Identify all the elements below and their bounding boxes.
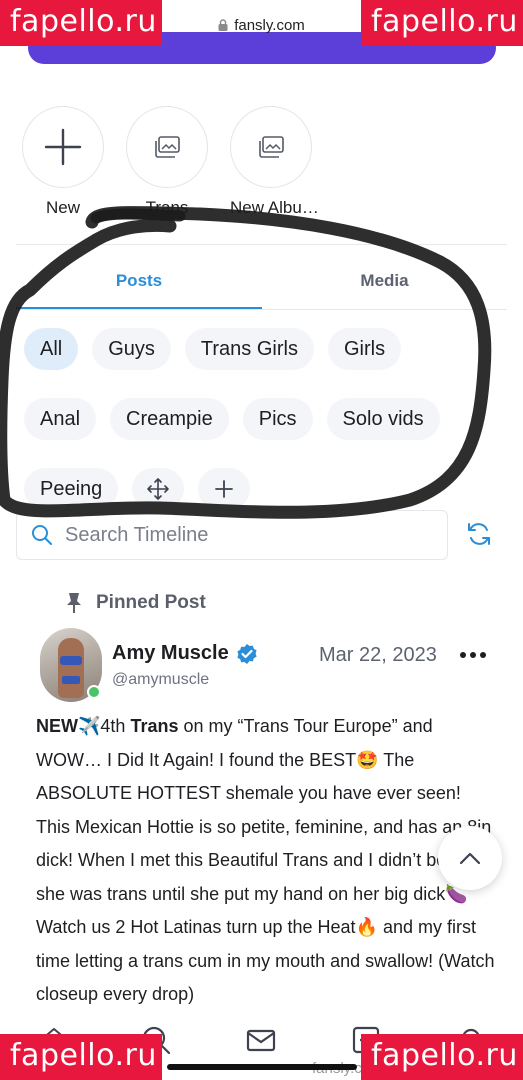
filter-chips: All Guys Trans Girls Girls Anal Creampie… xyxy=(24,328,494,510)
star-eyes-emoji: 🤩 xyxy=(356,749,379,770)
pin-icon xyxy=(67,593,81,613)
messages-icon[interactable] xyxy=(245,1024,277,1056)
chip-creampie[interactable]: Creampie xyxy=(110,398,229,440)
tabs-underline xyxy=(16,309,507,310)
online-status-dot xyxy=(87,685,101,699)
url-label: fansly.com xyxy=(234,17,305,34)
post-text-part: The ABSOLUTE HOTTEST shemale you have ev… xyxy=(36,749,492,904)
watermark-bottom-left: fapello.ru xyxy=(0,1034,162,1080)
search-timeline-input[interactable]: Search Timeline xyxy=(16,510,448,560)
content-tabs: Posts Media xyxy=(16,256,507,310)
watermark-top-right: fapello.ru xyxy=(361,0,523,46)
watermark-top-left: fapello.ru xyxy=(0,0,162,46)
post-date: Mar 22, 2023 xyxy=(319,644,437,666)
search-icon xyxy=(32,525,52,545)
chip-pics[interactable]: Pics xyxy=(242,398,313,440)
search-placeholder: Search Timeline xyxy=(65,523,209,546)
album-new[interactable]: New xyxy=(22,106,104,218)
album-new-album-circle[interactable] xyxy=(230,106,312,188)
chip-all[interactable]: All xyxy=(24,328,79,370)
verified-badge-icon xyxy=(237,643,257,664)
avatar[interactable] xyxy=(40,628,102,702)
post-text-part: 4th xyxy=(100,716,131,736)
chevron-up-icon xyxy=(459,852,481,865)
add-filter-button[interactable] xyxy=(198,468,251,510)
album-trans-circle[interactable] xyxy=(126,106,208,188)
gallery-icon xyxy=(259,136,284,158)
chip-peeing[interactable]: Peeing xyxy=(24,468,119,510)
author-name[interactable]: Amy Muscle xyxy=(112,642,229,665)
chip-anal[interactable]: Anal xyxy=(24,398,97,440)
plus-icon xyxy=(44,128,82,166)
post-text-part: Watch us 2 Hot Latinas turn up the Heat xyxy=(36,917,356,937)
scroll-to-top-button[interactable] xyxy=(438,826,502,890)
album-label: New xyxy=(45,198,80,217)
tab-posts[interactable]: Posts xyxy=(16,256,262,310)
pinned-text: Pinned Post xyxy=(96,592,206,613)
lock-icon xyxy=(218,19,228,31)
tab-media[interactable]: Media xyxy=(262,256,507,310)
reorder-chips-button[interactable] xyxy=(132,468,185,510)
post-more-menu-icon[interactable] xyxy=(460,652,486,658)
gallery-icon xyxy=(155,136,180,158)
post-body: NEW✈️4th Trans on my “Trans Tour Europe”… xyxy=(36,710,496,1012)
watermark-bottom-right: fapello.ru xyxy=(361,1034,523,1080)
album-new-circle[interactable] xyxy=(22,106,104,188)
plus-icon xyxy=(215,480,234,498)
album-new-album[interactable]: New Albu… xyxy=(230,106,319,218)
chip-guys[interactable]: Guys xyxy=(92,328,171,370)
pinned-post-label: Pinned Post xyxy=(64,592,206,614)
post-author[interactable]: Amy Muscle @amymuscle xyxy=(112,642,258,689)
chip-trans-girls[interactable]: Trans Girls xyxy=(184,328,314,370)
post-text-bold: Trans xyxy=(130,716,179,736)
section-divider xyxy=(16,244,507,245)
home-indicator xyxy=(167,1064,357,1070)
airplane-emoji: ✈️ xyxy=(78,716,101,736)
album-row: New Trans New Albu… xyxy=(22,106,319,218)
chip-solo-vids[interactable]: Solo vids xyxy=(326,398,440,440)
author-handle[interactable]: @amymuscle xyxy=(112,671,258,689)
album-trans[interactable]: Trans xyxy=(126,106,208,218)
album-label: New Albu… xyxy=(230,198,319,217)
chip-girls[interactable]: Girls xyxy=(327,328,402,370)
album-label: Trans xyxy=(145,198,189,217)
move-icon xyxy=(147,478,170,500)
post-text-lead: NEW xyxy=(36,716,78,736)
fire-emoji: 🔥 xyxy=(355,917,378,937)
refresh-icon[interactable] xyxy=(466,521,492,547)
